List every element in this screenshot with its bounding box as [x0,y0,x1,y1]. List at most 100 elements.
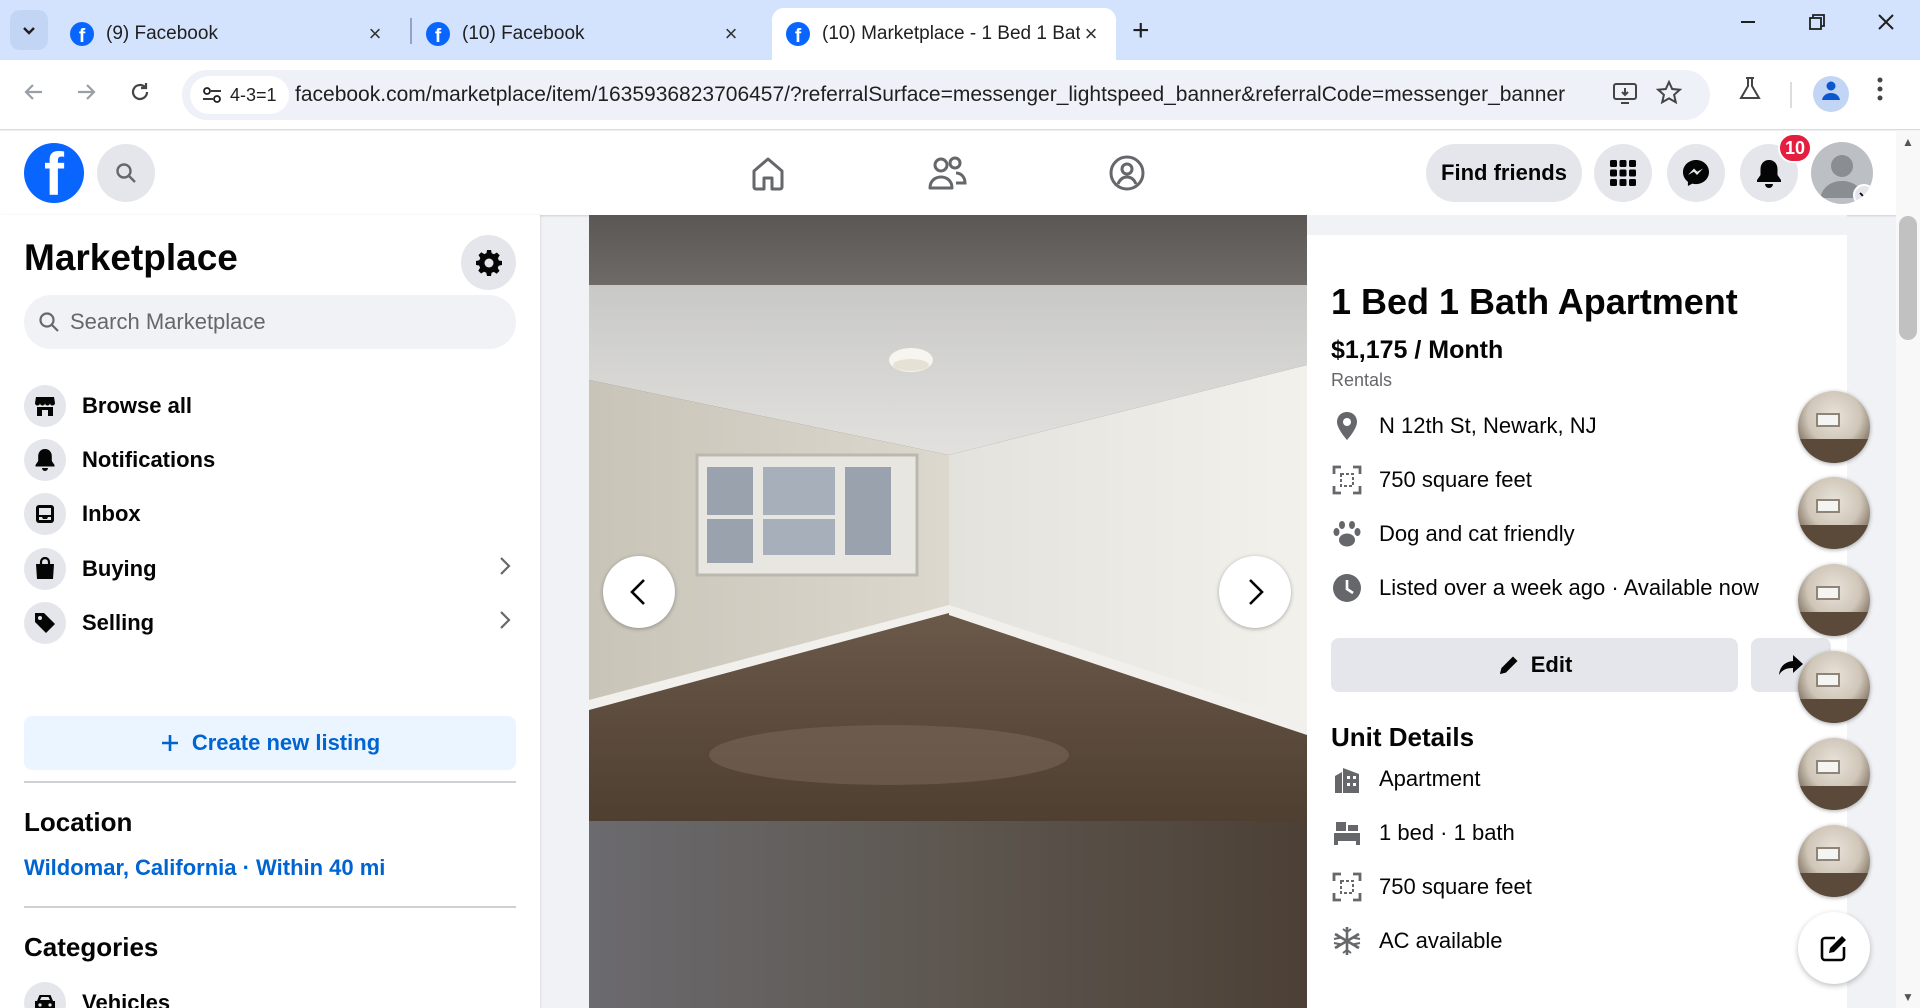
sidebar-item-notifications[interactable]: Notifications [24,433,516,487]
tab-marketplace[interactable]: f (10) Marketplace - 1 Bed 1 Bath × [772,8,1116,60]
sidebar-item-selling[interactable]: Selling [24,596,516,650]
groups-nav-button[interactable] [1102,151,1152,195]
facebook-header: f Find friends 10 [0,131,1896,215]
close-tab-icon[interactable]: × [720,21,742,47]
browser-toolbar: 4-3=1 facebook.com/marketplace/item/1635… [0,60,1920,130]
site-info-chip[interactable]: 4-3=1 [190,76,289,114]
unit-detail-area: 750 square feet [1331,869,1532,905]
more-vert-icon[interactable] [1876,76,1884,109]
pencil-icon [1499,656,1518,674]
sidebar-item-buying[interactable]: Buying [24,542,516,596]
divider [24,781,516,783]
inbox-icon [24,493,66,535]
chevron-right-icon [498,609,512,637]
marketplace-search-input[interactable] [70,309,470,335]
facebook-search-button[interactable] [97,144,155,202]
marketplace-search[interactable] [24,295,516,349]
new-tab-button[interactable]: + [1132,14,1150,48]
sidebar-item-inbox[interactable]: Inbox [24,487,516,541]
close-tab-icon[interactable]: × [364,21,386,47]
friends-icon [928,156,967,190]
facebook-logo[interactable]: f [24,143,84,203]
tune-icon [203,87,221,103]
scroll-up-arrow-icon[interactable]: ▲ [1902,135,1914,149]
tab-facebook-2[interactable]: f (10) Facebook × [412,8,756,60]
home-icon [752,157,784,191]
reload-button[interactable] [120,74,160,114]
account-avatar[interactable] [1811,142,1873,204]
sidebar-item-label: Notifications [82,447,216,472]
home-nav-button[interactable] [743,151,793,195]
chat-head[interactable] [1798,477,1870,549]
edit-listing-button[interactable]: Edit [1331,638,1738,692]
facebook-favicon-icon: f [426,22,450,46]
listing-photo-viewer [589,215,1307,1008]
restore-button[interactable] [1797,10,1837,38]
reload-icon [131,83,149,101]
listing-fact-text: 750 square feet [1379,467,1532,492]
listing-fact-location: N 12th St, Newark, NJ [1331,408,1597,444]
site-chip-text: 4-3=1 [230,84,277,105]
address-bar[interactable]: 4-3=1 facebook.com/marketplace/item/1635… [182,70,1710,120]
minimize-icon [1741,21,1755,23]
minimize-button[interactable] [1728,10,1768,38]
category-item-vehicles[interactable]: Vehicles [24,976,516,1008]
category-label: Vehicles [82,990,171,1008]
chat-head[interactable] [1798,391,1870,463]
listing-fact-pets: Dog and cat friendly [1331,516,1575,552]
chat-head[interactable] [1798,825,1870,897]
bookmark-star-icon[interactable] [1655,79,1683,113]
plus-icon [161,735,178,751]
scroll-down-arrow-icon[interactable]: ▼ [1902,990,1914,1004]
grid-menu-icon [1610,160,1636,186]
tab-facebook-1[interactable]: f (9) Facebook × [56,8,400,60]
categories-heading: Categories [24,932,159,962]
tab-search-dropdown[interactable] [10,10,48,50]
tab-title: (10) Facebook [462,23,585,44]
close-window-button[interactable] [1866,10,1906,38]
unit-detail-text: 1 bed · 1 bath [1379,820,1515,845]
chat-head[interactable] [1798,564,1870,636]
listing-fact-area: 750 square feet [1331,462,1532,498]
next-photo-button[interactable] [1219,556,1291,628]
browser-tab-bar: f (9) Facebook × f (10) Facebook × f (10… [0,0,1920,60]
unit-detail-ac: AC available [1331,923,1503,959]
back-button[interactable] [14,74,54,114]
create-new-listing-button[interactable]: Create new listing [24,716,516,770]
browser-profile-icon[interactable] [1813,76,1849,112]
menu-button[interactable] [1594,144,1652,202]
messenger-icon [1683,160,1709,186]
restore-icon [1809,14,1825,30]
chat-head[interactable] [1798,651,1870,723]
forward-button[interactable] [66,74,106,114]
paw-icon [1331,518,1363,550]
location-link[interactable]: Wildomar, California · Within 40 mi [24,855,385,881]
chevron-down-icon [23,27,35,35]
install-app-icon[interactable] [1612,80,1638,113]
close-tab-icon[interactable]: × [1080,21,1102,47]
compose-icon [1820,936,1846,962]
unit-detail-rooms: 1 bed · 1 bath [1331,815,1515,851]
find-friends-button[interactable]: Find friends [1426,144,1582,202]
unit-details-heading: Unit Details [1331,722,1475,752]
unit-detail-text: 750 square feet [1379,874,1532,899]
bed-icon [1331,817,1363,849]
tab-title: (9) Facebook [106,23,218,44]
new-message-button[interactable] [1798,912,1870,984]
unit-detail-text: Apartment [1379,766,1481,791]
previous-photo-button[interactable] [603,556,675,628]
labs-flask-icon[interactable] [1737,76,1763,109]
listing-title: 1 Bed 1 Bath Apartment [1331,281,1738,322]
url-text[interactable]: facebook.com/marketplace/item/1635936823… [295,83,1565,107]
price-tag-icon [24,602,66,644]
groups-icon [1109,155,1145,191]
friends-nav-button[interactable] [922,151,972,195]
chat-head[interactable] [1798,738,1870,810]
bell-icon [1757,160,1781,188]
settings-button[interactable] [461,235,516,290]
messenger-button[interactable] [1667,144,1725,202]
details-top-bar [1307,215,1847,235]
sidebar-item-browse-all[interactable]: Browse all [24,379,516,433]
page-scrollbar-thumb[interactable] [1899,216,1917,340]
unit-detail-type: Apartment [1331,761,1481,797]
